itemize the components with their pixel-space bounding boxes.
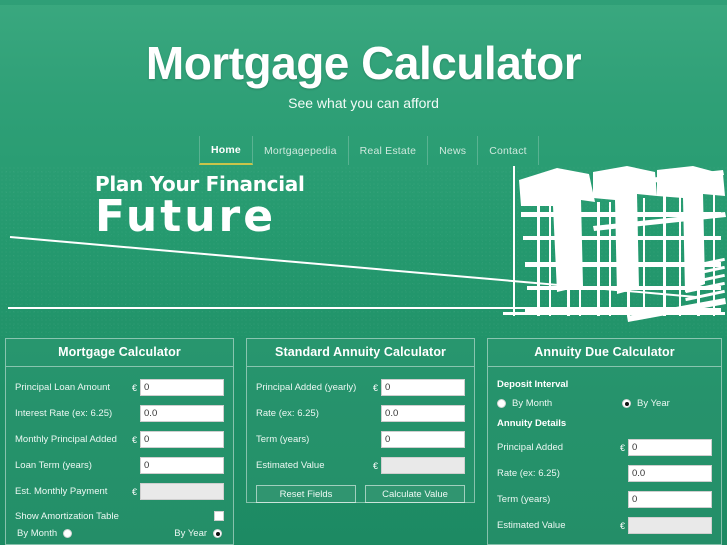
nav-item-contact[interactable]: Contact <box>478 136 539 165</box>
hero-horizontal-line <box>8 307 700 309</box>
mortgage-interval-radio-group: By Month By Year <box>15 525 224 539</box>
page-title: Mortgage Calculator <box>145 37 582 89</box>
checkbox-label: Show Amortization Table <box>15 510 119 522</box>
radio-by-month[interactable]: By Month <box>497 398 622 409</box>
main-navigation: Home Mortgagepedia Real Estate News Cont… <box>199 136 539 165</box>
field-principal-loan-amount: Principal Loan Amount € <box>15 377 225 398</box>
nav-item-label: Real Estate <box>359 144 417 157</box>
field-label: Interest Rate (ex: 6.25) <box>15 408 113 419</box>
field-principal-added-yearly: Principal Added (yearly) € <box>256 377 466 398</box>
radio-by-year-dot[interactable] <box>622 399 632 408</box>
radio-label: By Month <box>17 528 58 539</box>
loan-term-input[interactable] <box>140 457 225 474</box>
field-monthly-principal-added: Monthly Principal Added € <box>15 429 225 450</box>
field-rate: Rate (ex: 6.25) <box>256 403 466 424</box>
euro-icon: € <box>619 442 625 453</box>
monthly-principal-added-input[interactable] <box>140 431 225 448</box>
field-loan-term: Loan Term (years) <box>15 455 225 476</box>
panel-body: Deposit Interval By Month By Year Annuit… <box>488 367 721 536</box>
radio-by-year[interactable]: By Year <box>174 528 223 539</box>
mortgage-calculator-panel: Mortgage Calculator Principal Loan Amoun… <box>5 338 235 545</box>
euro-icon: € <box>373 460 379 471</box>
nav-item-label: News <box>439 144 467 157</box>
principal-loan-amount-input[interactable] <box>140 379 225 396</box>
nav-item-news[interactable]: News <box>428 136 479 165</box>
annuity-due-buttons: Reset Fields Calculate Value <box>488 541 721 545</box>
field-principal-added: Principal Added € <box>497 437 712 458</box>
field-label: Estimated Value <box>256 460 325 471</box>
field-label: Principal Added (yearly) <box>256 382 357 393</box>
field-label: Est. Monthly Payment <box>15 486 108 497</box>
annuity-estimated-value-output <box>381 457 466 474</box>
euro-icon: € <box>373 382 379 393</box>
panel-body: Principal Loan Amount € Interest Rate (e… <box>6 367 233 539</box>
site-tagline: See what you can afford <box>288 95 439 111</box>
euro-icon: € <box>132 486 138 497</box>
radio-by-year[interactable]: By Year <box>622 398 670 409</box>
due-term-input[interactable] <box>628 491 712 508</box>
panel-title: Mortgage Calculator <box>6 339 234 367</box>
field-label: Principal Added <box>497 442 564 453</box>
site-header: Mortgage Calculator See what you can aff… <box>0 0 727 130</box>
due-principal-added-input[interactable] <box>628 439 712 456</box>
deposit-interval-radio-group: By Month By Year <box>497 398 712 409</box>
annuity-rate-input[interactable] <box>381 405 466 422</box>
field-label: Rate (ex: 6.25) <box>497 468 560 479</box>
nav-item-label: Mortgagepedia <box>263 144 337 157</box>
field-label: Term (years) <box>497 494 551 505</box>
show-amortization-table-row: Show Amortization Table <box>15 507 225 525</box>
est-monthly-payment-output <box>140 483 225 500</box>
deposit-interval-heading: Deposit Interval <box>497 379 569 390</box>
radio-label: By Year <box>637 398 670 409</box>
page-root: Mortgage Calculator See what you can aff… <box>0 0 727 545</box>
hero-banner: Plan Your Financial Future <box>0 166 727 336</box>
field-estimated-value: Estimated Value € <box>497 515 712 536</box>
calculator-panels: Mortgage Calculator Principal Loan Amoun… <box>0 338 727 545</box>
panel-title: Annuity Due Calculator <box>488 339 721 367</box>
radio-label: By Year <box>174 528 208 539</box>
euro-icon: € <box>132 382 138 393</box>
nav-item-label: Home <box>211 143 241 156</box>
due-rate-input[interactable] <box>628 465 712 482</box>
radio-by-month[interactable]: By Month <box>17 528 142 539</box>
due-estimated-value-output <box>628 517 712 534</box>
field-label: Principal Loan Amount <box>15 382 111 393</box>
reset-fields-button[interactable]: Reset Fields <box>256 485 357 503</box>
calculate-value-button[interactable]: Calculate Value <box>365 485 466 503</box>
euro-icon: € <box>132 434 138 445</box>
field-rate: Rate (ex: 6.25) <box>497 463 712 484</box>
field-est-monthly-payment: Est. Monthly Payment € <box>15 481 225 502</box>
field-interest-rate: Interest Rate (ex: 6.25) <box>15 403 225 424</box>
field-estimated-value: Estimated Value € <box>256 455 466 476</box>
euro-icon: € <box>619 520 625 531</box>
radio-by-month-dot[interactable] <box>63 529 73 538</box>
field-label: Monthly Principal Added <box>15 434 117 445</box>
nav-item-home[interactable]: Home <box>199 136 253 165</box>
annuity-term-input[interactable] <box>381 431 466 448</box>
panel-body: Principal Added (yearly) € Rate (ex: 6.2… <box>247 367 474 476</box>
field-term-years: Term (years) <box>497 489 712 510</box>
radio-label: By Month <box>512 398 553 409</box>
field-label: Rate (ex: 6.25) <box>256 408 319 419</box>
principal-added-yearly-input[interactable] <box>381 379 466 396</box>
building-framework-illustration <box>503 166 726 322</box>
show-amortization-table-checkbox[interactable] <box>214 511 225 521</box>
radio-by-month-dot[interactable] <box>497 399 507 408</box>
radio-by-year-dot[interactable] <box>213 529 223 538</box>
nav-item-mortgagepedia[interactable]: Mortgagepedia <box>253 136 349 165</box>
standard-annuity-buttons: Reset Fields Calculate Value <box>247 481 474 503</box>
field-label: Loan Term (years) <box>15 460 92 471</box>
nav-item-real-estate[interactable]: Real Estate <box>349 136 429 165</box>
field-label: Term (years) <box>256 434 310 445</box>
nav-item-label: Contact <box>489 144 527 157</box>
annuity-due-calculator-panel: Annuity Due Calculator Deposit Interval … <box>487 338 722 545</box>
panel-title: Standard Annuity Calculator <box>247 339 475 367</box>
hero-text: Plan Your Financial Future <box>95 174 305 240</box>
interest-rate-input[interactable] <box>140 405 225 422</box>
hero-headline-bottom: Future <box>95 191 277 242</box>
field-term-years: Term (years) <box>256 429 466 450</box>
annuity-details-heading: Annuity Details <box>497 418 567 429</box>
standard-annuity-calculator-panel: Standard Annuity Calculator Principal Ad… <box>246 338 476 503</box>
field-label: Estimated Value <box>497 520 566 531</box>
